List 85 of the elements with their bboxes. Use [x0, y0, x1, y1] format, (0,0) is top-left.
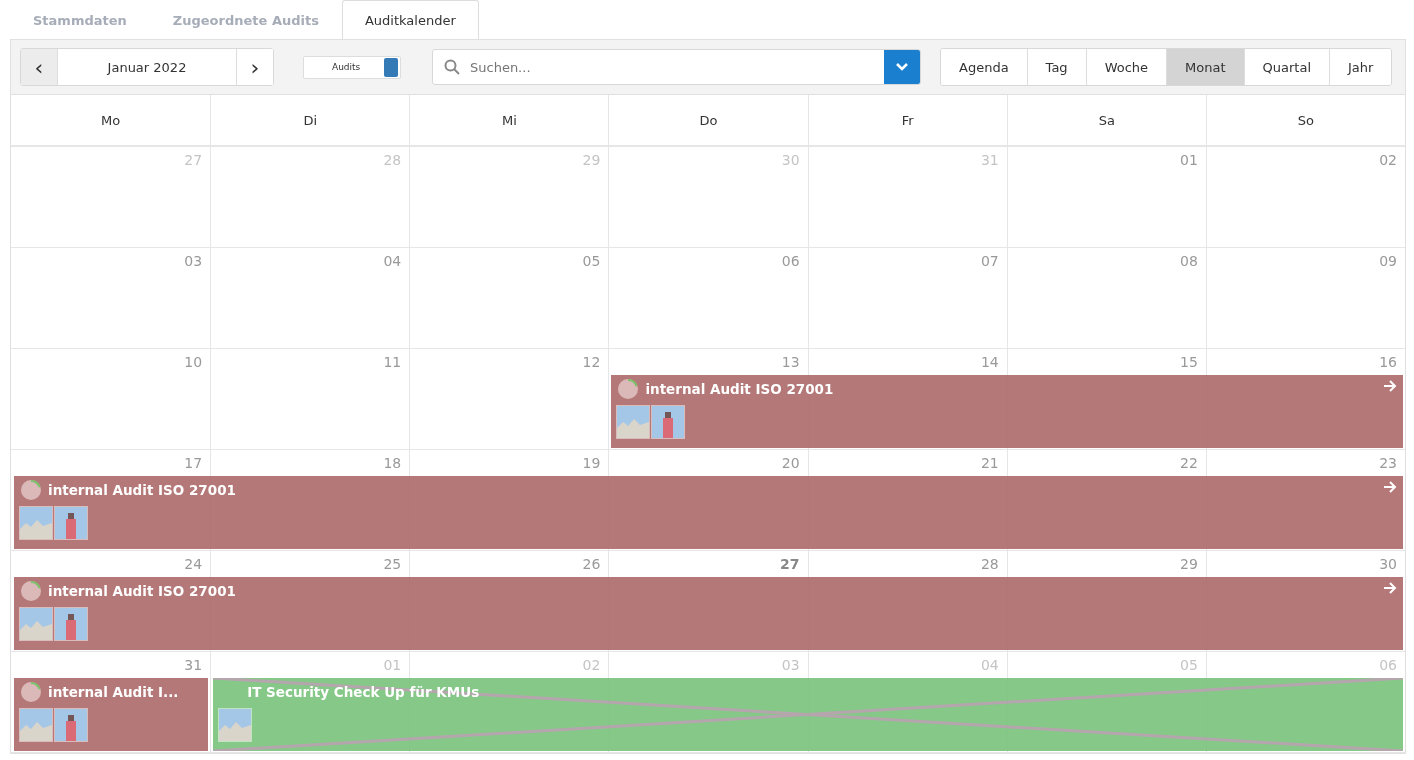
previous-month-button[interactable]: ‹ [21, 49, 57, 85]
progress-ring [20, 681, 42, 703]
day-number: 17 [184, 454, 203, 472]
day-number: 16 [1379, 353, 1397, 371]
view-button[interactable]: Woche [1085, 49, 1167, 85]
event-title: internal Audit ISO 27001 [48, 482, 237, 498]
photo-placeholder [55, 709, 87, 741]
day-number: 01 [1180, 151, 1198, 169]
weekday-header: Sa [1006, 95, 1206, 145]
event-bar[interactable]: internal Audit ISO 27001 [611, 375, 1403, 448]
day-number: 13 [781, 353, 800, 371]
photo-placeholder [55, 608, 87, 640]
view-button[interactable]: Monat [1166, 49, 1244, 85]
day-number: 26 [582, 555, 601, 573]
chevron-down-icon [895, 62, 909, 72]
day-number: 23 [1379, 454, 1397, 472]
day-number: 08 [1180, 252, 1198, 270]
day-number: 19 [582, 454, 601, 472]
progress-ring [20, 479, 42, 501]
day-number: 10 [184, 353, 203, 371]
day-number: 28 [980, 555, 999, 573]
event-title: internal Audit I... [48, 684, 180, 700]
day-number: 27 [780, 555, 800, 573]
search-field[interactable]: Suchen... [432, 49, 921, 85]
weekday-header: Do [608, 95, 808, 145]
search-input[interactable]: Suchen... [468, 58, 884, 76]
photo-placeholder [219, 709, 252, 741]
event-title: internal Audit ISO 27001 [645, 381, 835, 397]
view-button[interactable]: Jahr [1329, 49, 1392, 85]
day-number: 06 [1379, 656, 1397, 674]
event-bar[interactable]: internal Audit ISO 27001 [14, 577, 1403, 650]
progress-ring [617, 378, 640, 400]
day-number: 29 [582, 151, 601, 169]
day-number: 30 [781, 151, 800, 169]
weekday-header: Di [210, 95, 410, 145]
photo-placeholder [55, 507, 87, 539]
view-button[interactable]: Tag [1026, 49, 1086, 85]
audits-toggle[interactable]: Audits [303, 55, 401, 79]
photo-placeholder [20, 507, 52, 539]
event-bar[interactable]: internal Audit I... [14, 678, 209, 751]
day-number: 05 [582, 252, 601, 270]
event-bar[interactable]: internal Audit ISO 27001 [14, 476, 1403, 549]
weekday-header: Mo [100, 111, 122, 130]
day-number: 31 [184, 656, 203, 674]
day-number: 25 [383, 555, 402, 573]
view-button[interactable]: Quartal [1243, 49, 1329, 85]
day-number: 28 [383, 151, 402, 169]
weekday-header: Mi [409, 95, 609, 145]
day-number: 18 [383, 454, 402, 472]
day-number: 03 [184, 252, 203, 270]
day-number: 22 [1180, 454, 1198, 472]
dropdown-button[interactable] [884, 50, 920, 84]
day-number: 06 [781, 252, 800, 270]
day-number: 20 [781, 454, 800, 472]
photo-placeholder [617, 406, 650, 438]
day-number: 21 [980, 454, 999, 472]
view-button[interactable]: Agenda [941, 49, 1027, 85]
day-number: 29 [1180, 555, 1198, 573]
day-number: 27 [184, 151, 203, 169]
tab[interactable]: Auditkalender [341, 0, 479, 39]
day-number: 12 [582, 353, 601, 371]
day-number: 09 [1379, 252, 1397, 270]
day-number: 04 [980, 656, 999, 674]
day-number: 11 [383, 353, 402, 371]
weekday-header: So [1205, 95, 1405, 145]
day-number: 02 [582, 656, 601, 674]
search-icon [444, 59, 460, 75]
day-number: 03 [781, 656, 800, 674]
progress-ring [20, 580, 42, 602]
day-number: 04 [383, 252, 402, 270]
photo-placeholder [20, 608, 52, 640]
day-number: 15 [1180, 353, 1198, 371]
day-number: 02 [1379, 151, 1397, 169]
weekday-header: Fr [807, 95, 1007, 145]
day-number: 07 [980, 252, 999, 270]
day-number: 30 [1379, 555, 1397, 573]
day-number: 05 [1180, 656, 1198, 674]
day-number: 01 [383, 656, 402, 674]
photo-placeholder [20, 709, 52, 741]
event-title: internal Audit ISO 27001 [48, 583, 237, 599]
day-number: 24 [184, 555, 203, 573]
photo-placeholder [652, 406, 685, 438]
day-number: 31 [980, 151, 999, 169]
event-title: IT Security Check Up für KMUs [247, 684, 481, 700]
day-number: 14 [980, 353, 999, 371]
